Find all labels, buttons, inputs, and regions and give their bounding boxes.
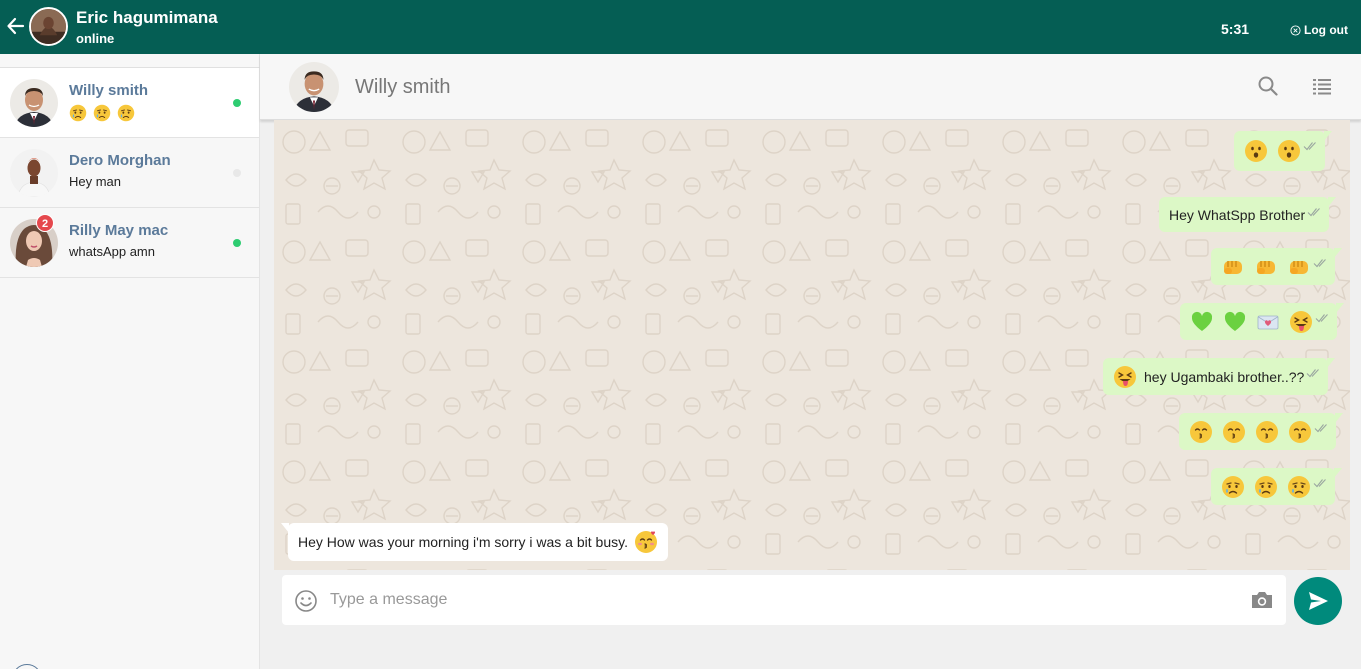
outgoing-message bbox=[1234, 131, 1332, 171]
list-menu-icon[interactable] bbox=[1311, 75, 1333, 97]
contact-preview bbox=[69, 104, 135, 122]
camera-icon[interactable] bbox=[1250, 589, 1274, 611]
read-receipt-icon bbox=[1307, 206, 1323, 218]
read-receipt-icon bbox=[1313, 477, 1329, 489]
read-receipt-icon bbox=[1315, 312, 1331, 324]
read-receipt-icon bbox=[1313, 257, 1329, 269]
incoming-message: Hey How was your morning i'm sorry i was… bbox=[281, 523, 668, 561]
surprised-emoji-icon bbox=[1244, 139, 1268, 163]
green-heart-emoji-icon bbox=[1223, 310, 1247, 334]
user-avatar[interactable] bbox=[29, 7, 68, 46]
outgoing-message bbox=[1180, 303, 1344, 340]
contact-preview: whatsApp amn bbox=[69, 244, 155, 259]
sad-emoji-icon bbox=[1221, 475, 1245, 499]
online-status-dot bbox=[233, 239, 241, 247]
clock: 5:31 bbox=[1221, 21, 1250, 37]
outgoing-message bbox=[1211, 468, 1342, 505]
bubble-tail bbox=[1336, 303, 1344, 313]
contact-name: Rilly May mac bbox=[69, 222, 169, 239]
sad-emoji-icon bbox=[93, 104, 111, 122]
message-input[interactable] bbox=[330, 584, 1230, 616]
kiss-blush-emoji-icon bbox=[634, 530, 658, 554]
tongue-emoji-icon bbox=[1289, 310, 1313, 334]
read-receipt-icon bbox=[1303, 140, 1319, 152]
message-text: Hey WhatSpp Brother bbox=[1169, 206, 1306, 223]
unread-count-badge: 2 bbox=[36, 214, 54, 232]
send-button[interactable] bbox=[1294, 577, 1342, 625]
sad-emoji-icon bbox=[1254, 475, 1278, 499]
contacts-sidebar: Willy smith Dero Morghan Hey man 2 Rilly… bbox=[0, 54, 260, 669]
back-arrow-icon[interactable] bbox=[5, 13, 27, 39]
contact-preview: Hey man bbox=[69, 174, 122, 189]
contact-name: Willy smith bbox=[69, 82, 149, 99]
message-composer bbox=[260, 570, 1361, 669]
message-list: Hey WhatSpp Brother hey Ugambaki brother… bbox=[274, 120, 1350, 570]
sad-emoji-icon bbox=[117, 104, 135, 122]
bubble-tail bbox=[1334, 248, 1342, 258]
close-circle-icon bbox=[1290, 24, 1301, 36]
fist-emoji-icon bbox=[1254, 255, 1278, 279]
kiss-emoji-icon bbox=[1288, 420, 1312, 444]
top-bar: Eric hagumimana online 5:31 Log out bbox=[0, 0, 1361, 54]
user-name: Eric hagumimana bbox=[76, 8, 218, 27]
contact-name: Dero Morghan bbox=[69, 152, 171, 169]
sad-emoji-icon bbox=[69, 104, 87, 122]
read-receipt-icon bbox=[1306, 367, 1322, 379]
contact-item-rilly-may-mac[interactable]: 2 Rilly May mac whatsApp amn bbox=[0, 208, 259, 278]
bubble-tail bbox=[1334, 468, 1342, 478]
outgoing-message bbox=[1211, 248, 1342, 285]
fist-emoji-icon bbox=[1221, 255, 1245, 279]
offline-status-dot bbox=[233, 169, 241, 177]
bubble-tail bbox=[1328, 197, 1337, 207]
user-status: online bbox=[76, 31, 115, 46]
bubble-tail bbox=[1327, 358, 1336, 368]
avatar bbox=[10, 79, 58, 127]
outgoing-message: Hey WhatSpp Brother bbox=[1159, 197, 1337, 232]
logout-label: Log out bbox=[1304, 23, 1348, 37]
chat-contact-name: Willy smith bbox=[355, 76, 451, 98]
message-input-box bbox=[282, 575, 1286, 625]
green-heart-emoji-icon bbox=[1190, 310, 1214, 334]
bubble-tail bbox=[1335, 413, 1343, 423]
outgoing-message: hey Ugambaki brother..?? bbox=[1103, 358, 1336, 395]
doodle-wallpaper bbox=[274, 120, 1350, 570]
surprised-emoji-icon bbox=[1277, 139, 1301, 163]
kiss-emoji-icon bbox=[1189, 420, 1213, 444]
sad-emoji-icon bbox=[1287, 475, 1311, 499]
kiss-emoji-icon bbox=[1255, 420, 1279, 444]
tongue-emoji-icon bbox=[1113, 365, 1137, 389]
contact-item-willy-smith[interactable]: Willy smith bbox=[0, 68, 259, 138]
love-letter-emoji-icon bbox=[1256, 310, 1280, 334]
message-text: hey Ugambaki brother..?? bbox=[1144, 368, 1305, 385]
send-icon bbox=[1309, 592, 1328, 610]
new-chat-button[interactable] bbox=[12, 664, 42, 669]
avatar bbox=[10, 149, 58, 197]
contact-item-dero-morghan[interactable]: Dero Morghan Hey man bbox=[0, 138, 259, 208]
message-text: Hey How was your morning i'm sorry i was… bbox=[298, 534, 628, 550]
read-receipt-icon bbox=[1314, 422, 1330, 434]
bubble-tail bbox=[281, 523, 289, 533]
chat-header: Willy smith bbox=[260, 54, 1361, 120]
logout-button[interactable]: Log out bbox=[1290, 23, 1348, 37]
fist-emoji-icon bbox=[1287, 255, 1311, 279]
online-status-dot bbox=[233, 99, 241, 107]
bubble-tail bbox=[1324, 131, 1332, 141]
chat-contact-avatar[interactable] bbox=[289, 62, 339, 112]
outgoing-message bbox=[1179, 413, 1343, 450]
emoji-picker-icon[interactable] bbox=[294, 589, 318, 613]
kiss-emoji-icon bbox=[1222, 420, 1246, 444]
search-icon[interactable] bbox=[1257, 75, 1279, 97]
